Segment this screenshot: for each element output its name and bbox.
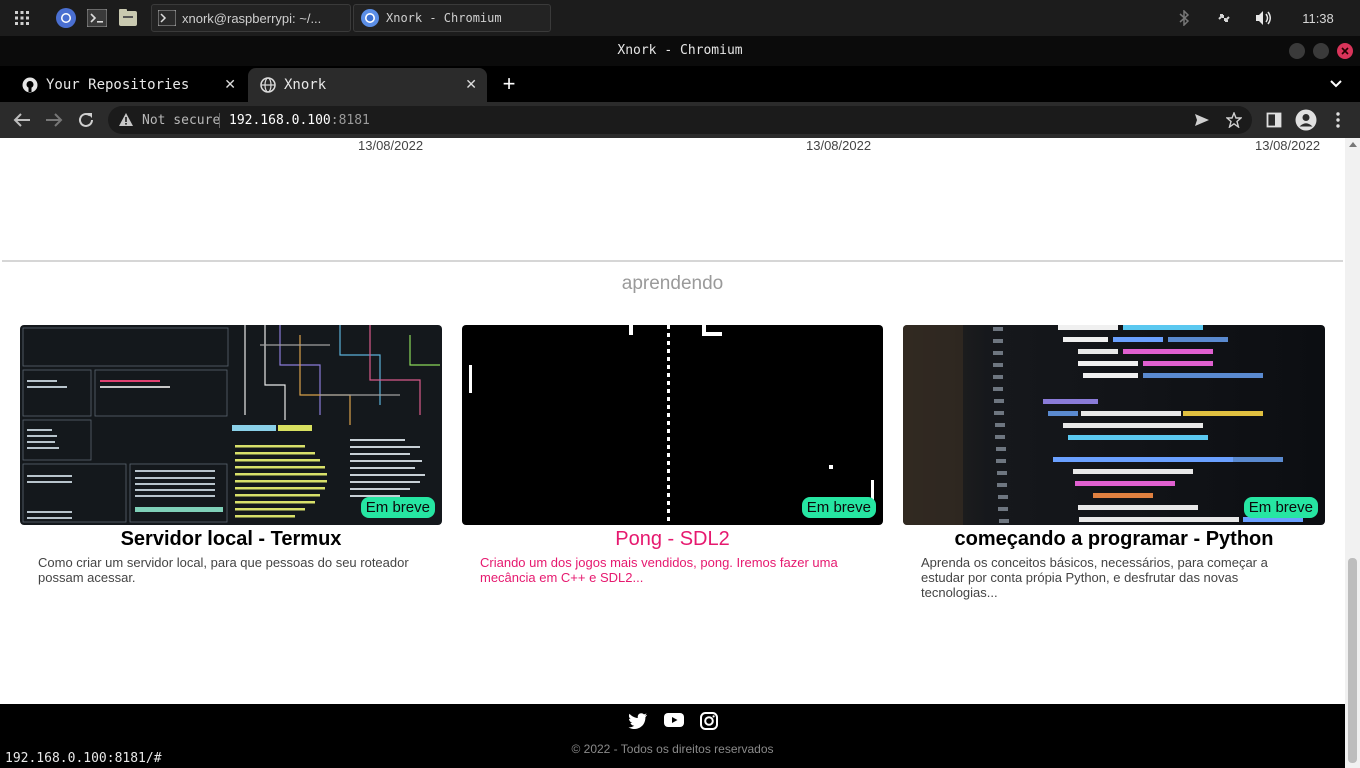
- taskbar-task-label: xnork@raspberrypi: ~/...: [182, 10, 322, 26]
- bookmark-star-icon[interactable]: [1226, 112, 1242, 128]
- globe-icon: [260, 77, 276, 93]
- card-title[interactable]: começando a programar - Python: [903, 528, 1325, 551]
- card-description: Criando um dos jogos mais vendidos, pong…: [480, 555, 838, 585]
- section-divider: [2, 260, 1343, 262]
- window-title: Xnork - Chromium: [617, 43, 743, 58]
- status-badge: Em breve: [360, 497, 435, 518]
- close-window-button[interactable]: [1337, 43, 1353, 59]
- tab-xnork[interactable]: Xnork ✕: [248, 68, 487, 102]
- card-description: Como criar um servidor local, para que p…: [38, 555, 409, 585]
- card-python[interactable]: Em breve começando a programar - Python …: [903, 325, 1325, 600]
- twitter-icon[interactable]: [628, 712, 648, 730]
- taskbar-task-label: Xnork - Chromium: [386, 11, 502, 25]
- url-port: :8181: [330, 113, 370, 128]
- browser-toolbar: Not secure 192.168.0.100:8181: [0, 102, 1360, 138]
- terminal-icon: [158, 10, 176, 26]
- status-badge: Em breve: [801, 497, 876, 518]
- tab-your-repositories[interactable]: Your Repositories ✕: [8, 68, 246, 102]
- taskbar-task-terminal[interactable]: xnork@raspberrypi: ~/...: [151, 4, 351, 32]
- post-date: 13/08/2022: [358, 138, 424, 153]
- card-thumbnail-terminal[interactable]: Em breve: [20, 325, 442, 525]
- forward-arrow-icon[interactable]: [42, 108, 66, 132]
- volume-icon[interactable]: [1252, 0, 1276, 36]
- tab-close-icon[interactable]: ✕: [224, 76, 236, 93]
- scrollbar-thumb[interactable]: [1348, 558, 1357, 763]
- card-pong-sdl2[interactable]: Em breve Pong - SDL2 Criando um dos jogo…: [462, 325, 883, 585]
- post-date: 13/08/2022: [1255, 138, 1321, 153]
- tab-search-chevron-down-icon[interactable]: [1328, 76, 1346, 92]
- window-titlebar: Xnork - Chromium: [0, 36, 1360, 66]
- maximize-button[interactable]: [1313, 43, 1329, 59]
- site-footer: © 2022 - Todos os direitos reservados: [0, 704, 1345, 768]
- card-thumbnail-code[interactable]: Em breve: [903, 325, 1325, 525]
- copyright-text: © 2022 - Todos os direitos reservados: [571, 742, 774, 756]
- youtube-icon[interactable]: [663, 712, 684, 728]
- new-tab-icon[interactable]: +: [499, 73, 519, 95]
- chromium-launcher-icon[interactable]: [54, 6, 78, 30]
- page-scrollbar[interactable]: [1345, 138, 1360, 768]
- card-title[interactable]: Pong - SDL2: [462, 528, 883, 551]
- status-badge: Em breve: [1243, 497, 1318, 518]
- card-thumbnail-pong[interactable]: Em breve: [462, 325, 883, 525]
- omnibox-divider: [219, 113, 220, 128]
- url-text[interactable]: 192.168.0.100:8181: [229, 113, 370, 128]
- section-title: aprendendo: [621, 273, 724, 294]
- send-icon[interactable]: [1194, 113, 1210, 127]
- network-icon[interactable]: [1212, 0, 1236, 36]
- tab-label: Xnork: [284, 77, 327, 93]
- close-icon: [1341, 47, 1349, 55]
- tab-strip: Your Repositories ✕ Xnork ✕ +: [0, 66, 1360, 102]
- url-host: 192.168.0.100: [229, 113, 331, 128]
- instagram-icon[interactable]: [699, 712, 718, 730]
- warning-icon[interactable]: [118, 112, 134, 127]
- terminal-launcher-icon[interactable]: [85, 6, 109, 30]
- clock[interactable]: 11:38: [1296, 0, 1340, 36]
- reload-icon[interactable]: [74, 108, 98, 132]
- github-icon: [22, 77, 38, 93]
- tab-label: Your Repositories: [46, 77, 190, 93]
- apps-menu-icon[interactable]: [10, 6, 34, 30]
- post-date: 13/08/2022: [806, 138, 872, 153]
- card-description: Aprenda os conceitos básicos, necessário…: [921, 555, 1268, 600]
- security-label[interactable]: Not secure: [142, 113, 220, 128]
- back-arrow-icon[interactable]: [10, 108, 34, 132]
- taskbar-task-chromium[interactable]: Xnork - Chromium: [353, 4, 551, 32]
- tab-close-icon[interactable]: ✕: [465, 76, 477, 93]
- link-status-bubble: 192.168.0.100:8181/#: [0, 748, 168, 768]
- files-launcher-icon[interactable]: [116, 6, 140, 30]
- menu-kebab-icon[interactable]: [1326, 108, 1350, 132]
- bluetooth-icon[interactable]: [1172, 0, 1196, 36]
- profile-avatar-icon[interactable]: [1294, 108, 1318, 132]
- card-servidor-local[interactable]: Em breve Servidor local - Termux Como cr…: [20, 325, 442, 585]
- address-bar[interactable]: Not secure 192.168.0.100:8181: [108, 106, 1252, 134]
- minimize-button[interactable]: [1289, 43, 1305, 59]
- scroll-up-arrow-icon[interactable]: [1348, 142, 1357, 147]
- page-content: 13/08/2022 13/08/2022 13/08/2022 aprende…: [0, 138, 1345, 768]
- taskbar: xnork@raspberrypi: ~/... Xnork - Chromiu…: [0, 0, 1360, 36]
- chromium-icon: [361, 9, 379, 27]
- card-title[interactable]: Servidor local - Termux: [20, 528, 442, 551]
- side-panel-icon[interactable]: [1262, 108, 1286, 132]
